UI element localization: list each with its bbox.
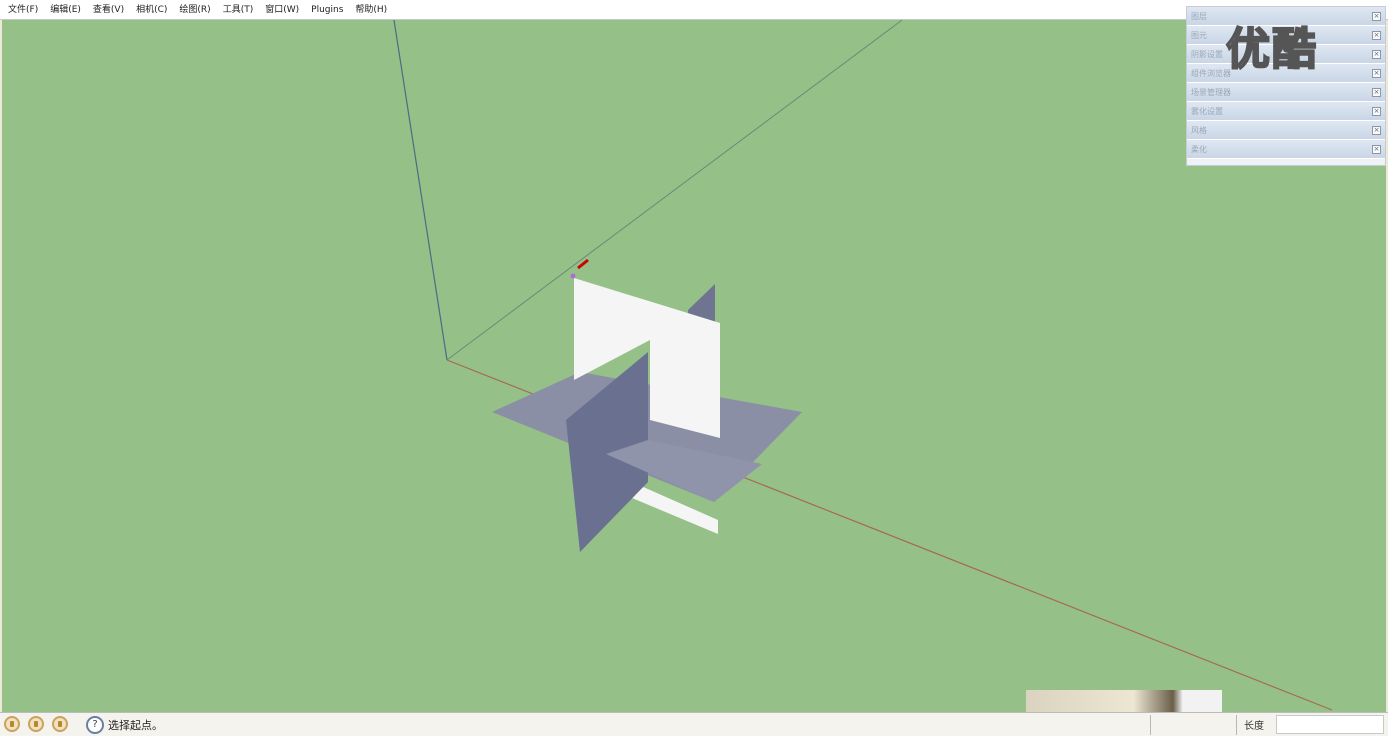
status-divider bbox=[1150, 715, 1151, 735]
menu-draw[interactable]: 绘图(R) bbox=[175, 0, 218, 20]
close-icon[interactable]: × bbox=[1372, 145, 1381, 154]
tray-label: 阴影设置 bbox=[1191, 50, 1223, 59]
status-prompt: 选择起点。 bbox=[108, 719, 163, 732]
help-icon[interactable]: ? bbox=[86, 716, 104, 734]
measurements-input[interactable] bbox=[1276, 715, 1384, 734]
menu-help[interactable]: 帮助(H) bbox=[351, 0, 395, 20]
status-bar: ? 选择起点。 长度 bbox=[0, 712, 1388, 736]
tray-label: 场景管理器 bbox=[1191, 88, 1231, 97]
tray-scenes[interactable]: 场景管理器 × bbox=[1187, 83, 1385, 102]
measurements-label: 长度 bbox=[1244, 721, 1264, 732]
geo-location-icon[interactable] bbox=[4, 716, 20, 732]
close-icon[interactable]: × bbox=[1372, 126, 1381, 135]
close-icon[interactable]: × bbox=[1372, 50, 1381, 59]
menu-tools[interactable]: 工具(T) bbox=[219, 0, 262, 20]
menu-file[interactable]: 文件(F) bbox=[4, 0, 46, 20]
close-icon[interactable]: × bbox=[1372, 69, 1381, 78]
close-icon[interactable]: × bbox=[1372, 88, 1381, 97]
tray-fog[interactable]: 雾化设置 × bbox=[1187, 102, 1385, 121]
menu-plugins[interactable]: Plugins bbox=[307, 0, 351, 20]
video-thumbnail bbox=[1026, 690, 1222, 712]
model-scene[interactable] bbox=[2, 20, 1386, 712]
close-icon[interactable]: × bbox=[1372, 107, 1381, 116]
credits-icon[interactable] bbox=[28, 716, 44, 732]
tray-label: 图元 bbox=[1191, 31, 1207, 40]
blue-axis bbox=[393, 20, 448, 361]
menu-camera[interactable]: 相机(C) bbox=[132, 0, 175, 20]
tray-styles[interactable]: 风格 × bbox=[1187, 121, 1385, 140]
3d-viewport[interactable] bbox=[2, 20, 1386, 712]
account-icon[interactable] bbox=[52, 716, 68, 732]
menu-view[interactable]: 查看(V) bbox=[89, 0, 132, 20]
tray-soften[interactable]: 柔化 × bbox=[1187, 140, 1385, 159]
status-divider bbox=[1236, 715, 1237, 735]
cursor-point bbox=[570, 273, 576, 279]
youku-watermark: 优酷 bbox=[1225, 23, 1318, 76]
tray-label: 组件浏览器 bbox=[1191, 69, 1231, 78]
tray-label: 雾化设置 bbox=[1191, 107, 1223, 116]
close-icon[interactable]: × bbox=[1372, 31, 1381, 40]
tray-label: 图层 bbox=[1191, 12, 1207, 21]
close-icon[interactable]: × bbox=[1372, 12, 1381, 21]
menu-edit[interactable]: 编辑(E) bbox=[46, 0, 89, 20]
tray-label: 风格 bbox=[1191, 126, 1207, 135]
menu-window[interactable]: 窗口(W) bbox=[261, 0, 307, 20]
menu-bar: 文件(F) 编辑(E) 查看(V) 相机(C) 绘图(R) 工具(T) 窗口(W… bbox=[0, 0, 1388, 20]
tray-label: 柔化 bbox=[1191, 145, 1207, 154]
